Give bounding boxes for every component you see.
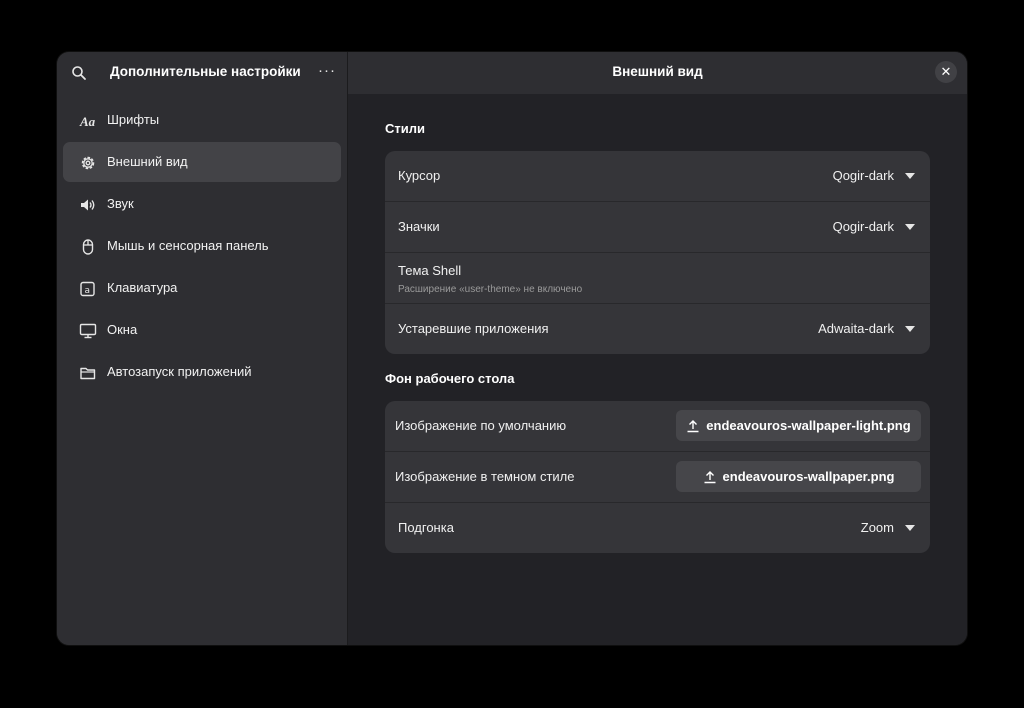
dropdown-value: Qogir-dark	[832, 219, 894, 234]
fit-row[interactable]: Подгонка Zoom	[385, 503, 930, 553]
sidebar-header: Дополнительные настройки ···	[57, 52, 347, 94]
default-image-row: Изображение по умолчанию endeavouros-wal…	[385, 401, 930, 452]
settings-window: Дополнительные настройки ··· Aa Шрифты В…	[57, 52, 967, 645]
sidebar-item-windows[interactable]: Окна	[63, 310, 341, 350]
sidebar-item-label: Окна	[107, 322, 138, 337]
sidebar-item-label: Автозапуск приложений	[107, 364, 252, 379]
sidebar-item-label: Клавиатура	[107, 280, 178, 295]
row-label: Подгонка	[398, 520, 454, 535]
monitor-icon	[79, 322, 97, 340]
sidebar-item-sound[interactable]: Звук	[63, 184, 341, 224]
dropdown-value: Adwaita-dark	[818, 321, 894, 336]
styles-group: Курсор Qogir-dark Значки Qogir-dark Тема…	[385, 151, 930, 354]
legacy-apps-row[interactable]: Устаревшие приложения Adwaita-dark	[385, 304, 930, 354]
row-label: Изображение в темном стиле	[395, 469, 575, 484]
file-name: endeavouros-wallpaper.png	[722, 469, 895, 484]
row-label: Значки	[398, 219, 440, 234]
row-label: Тема Shell	[398, 263, 462, 278]
file-name: endeavouros-wallpaper-light.png	[706, 418, 911, 433]
dropdown-arrow-icon	[905, 173, 915, 179]
page-title: Внешний вид	[612, 64, 703, 79]
icons-row[interactable]: Значки Qogir-dark	[385, 202, 930, 253]
folder-icon	[79, 364, 97, 382]
dark-image-row: Изображение в темном стиле endeavouros-w…	[385, 452, 930, 503]
main-header: Внешний вид ✕	[348, 52, 967, 94]
close-button[interactable]: ✕	[935, 61, 957, 83]
main-panel: Внешний вид ✕ Стили Курсор Qogir-dark Зн…	[348, 52, 967, 645]
fonts-icon: Aa	[79, 112, 97, 130]
gear-icon	[79, 154, 97, 172]
svg-text:Aa: Aa	[79, 114, 96, 129]
dropdown-value: Zoom	[860, 520, 894, 535]
upload-icon	[704, 470, 716, 483]
sidebar: Дополнительные настройки ··· Aa Шрифты В…	[57, 52, 348, 645]
speaker-icon	[79, 196, 97, 214]
sidebar-title: Дополнительные настройки	[110, 64, 301, 79]
sidebar-item-label: Внешний вид	[107, 154, 188, 169]
dropdown-arrow-icon	[905, 224, 915, 230]
dropdown-value: Qogir-dark	[832, 168, 894, 183]
sidebar-item-autostart[interactable]: Автозапуск приложений	[63, 352, 341, 392]
shell-theme-row: Тема Shell Расширение «user-theme» не вк…	[385, 253, 930, 304]
search-icon[interactable]	[71, 65, 87, 81]
row-label: Изображение по умолчанию	[395, 418, 567, 433]
sidebar-item-label: Звук	[107, 196, 134, 211]
sidebar-item-label: Шрифты	[107, 112, 160, 127]
sidebar-item-label: Мышь и сенсорная панель	[107, 238, 269, 253]
background-group: Изображение по умолчанию endeavouros-wal…	[385, 401, 930, 553]
section-title-styles: Стили	[385, 121, 425, 136]
sidebar-item-keyboard[interactable]: a Клавиатура	[63, 268, 341, 308]
sidebar-item-fonts[interactable]: Aa Шрифты	[63, 100, 341, 140]
dropdown-arrow-icon	[905, 326, 915, 332]
keyboard-icon: a	[79, 280, 97, 298]
row-label: Устаревшие приложения	[398, 321, 549, 336]
dropdown-arrow-icon	[905, 525, 915, 531]
default-image-button[interactable]: endeavouros-wallpaper-light.png	[676, 410, 921, 441]
section-title-background: Фон рабочего стола	[385, 371, 515, 386]
dark-image-button[interactable]: endeavouros-wallpaper.png	[676, 461, 921, 492]
upload-icon	[687, 419, 699, 432]
row-subtitle: Расширение «user-theme» не включено	[398, 284, 583, 295]
cursor-row[interactable]: Курсор Qogir-dark	[385, 151, 930, 202]
mouse-icon	[79, 238, 97, 256]
sidebar-item-appearance[interactable]: Внешний вид	[63, 142, 341, 182]
svg-text:a: a	[85, 286, 91, 296]
row-label: Курсор	[398, 168, 441, 183]
sidebar-item-mouse[interactable]: Мышь и сенсорная панель	[63, 226, 341, 266]
more-menu-icon[interactable]: ···	[318, 63, 335, 80]
